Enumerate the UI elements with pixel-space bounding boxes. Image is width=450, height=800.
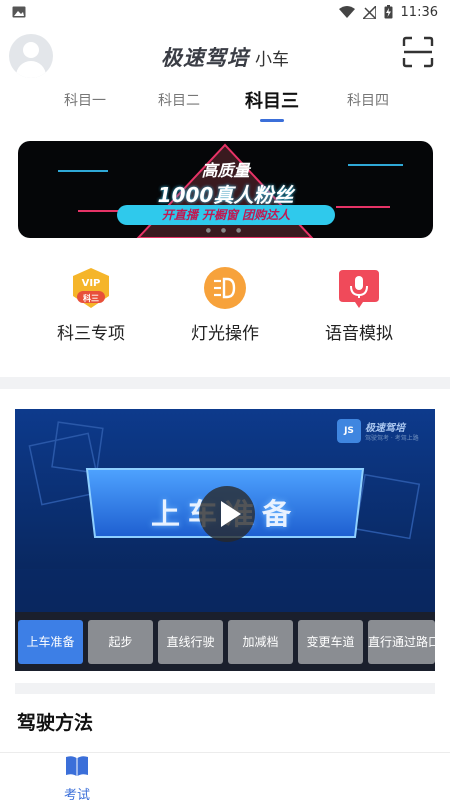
header: 极速驾培 小车 <box>0 28 450 84</box>
gallery-notification-icon <box>12 6 26 18</box>
play-icon[interactable] <box>199 486 255 542</box>
vip-badge-bottom-text: 科三 <box>83 293 99 303</box>
brand-logo-icon: JS <box>337 419 361 443</box>
entry-light-operation[interactable]: 灯光操作 <box>165 266 285 344</box>
app-brand: 极速驾培 小车 <box>0 42 450 72</box>
section-divider <box>15 683 435 694</box>
chapter-start[interactable]: 起步 <box>88 620 153 664</box>
chapter-lane-change[interactable]: 变更车道 <box>298 620 363 664</box>
brand-logo-text: 极速驾培 <box>161 46 249 70</box>
vip-badge-top-text: VIP <box>82 278 101 289</box>
video-brand-name: 极速驾培 <box>365 423 405 434</box>
chapter-intersection[interactable]: 直行通过路口 <box>368 620 435 664</box>
video-brand-logo: JS 极速驾培 驾驶驾考 · 考驾上路 <box>337 419 427 445</box>
chapter-straight-driving[interactable]: 直线行驶 <box>158 620 223 664</box>
nav-exam[interactable]: 考试 <box>42 755 112 800</box>
headlight-icon <box>203 266 247 310</box>
banner-line-2: 1000真人粉丝 <box>157 183 294 207</box>
app-screen: 11:36 极速驾培 小车 科目一 科目二 科目三 科目四 高质量 1000真人… <box>0 0 450 800</box>
voice-message-icon <box>337 266 381 310</box>
battery-charging-icon <box>384 5 393 19</box>
tab-subject-one[interactable]: 科目一 <box>64 90 106 110</box>
banner-page-indicator: ● ● ● <box>205 227 246 234</box>
vip-badge-icon: VIP 科三 <box>69 266 113 310</box>
status-time: 11:36 <box>400 4 438 20</box>
wifi-icon <box>338 6 355 18</box>
signal-off-icon <box>362 5 376 19</box>
video-player[interactable]: JS 极速驾培 驾驶驾考 · 考驾上路 上车准备 上车准备 起步 直线行驶 加减… <box>15 409 435 671</box>
tab-subject-two[interactable]: 科目二 <box>158 90 200 110</box>
entry-voice-simulation[interactable]: 语音模拟 <box>299 266 419 344</box>
chapter-gear-shifting[interactable]: 加减档 <box>228 620 293 664</box>
scan-icon[interactable] <box>402 36 434 68</box>
chapter-list: 上车准备 起步 直线行驶 加减档 变更车道 直行通过路口 <box>15 612 435 671</box>
chapter-getting-in[interactable]: 上车准备 <box>18 620 83 664</box>
status-bar: 11:36 <box>0 0 450 24</box>
active-tab-indicator <box>260 119 284 122</box>
nav-exam-label: 考试 <box>63 788 90 800</box>
bottom-navigation: 考试 <box>0 752 450 800</box>
book-icon <box>66 756 88 776</box>
entry-label: 灯光操作 <box>191 324 259 344</box>
section-title: 驾驶方法 <box>17 712 94 734</box>
subject-tabs: 科目一 科目二 科目三 科目四 <box>0 86 450 126</box>
entry-label: 科三专项 <box>57 324 125 344</box>
entry-label: 语音模拟 <box>325 324 393 344</box>
tab-subject-four[interactable]: 科目四 <box>347 90 389 110</box>
promo-banner[interactable]: 高质量 1000真人粉丝 开直播 开橱窗 团购达人 ● ● ● <box>18 141 433 238</box>
entry-subject-three-special[interactable]: VIP 科三 科三专项 <box>31 266 151 344</box>
banner-line-3: 开直播 开橱窗 团购达人 <box>117 205 335 225</box>
banner-line-1: 高质量 <box>201 161 250 180</box>
tab-subject-three[interactable]: 科目三 <box>245 87 299 113</box>
video-brand-slogan: 驾驶驾考 · 考驾上路 <box>365 435 419 442</box>
quick-entries: VIP 科三 科三专项 灯光操作 语音模拟 <box>0 266 450 346</box>
section-divider <box>0 377 450 389</box>
vehicle-type[interactable]: 小车 <box>255 50 289 70</box>
